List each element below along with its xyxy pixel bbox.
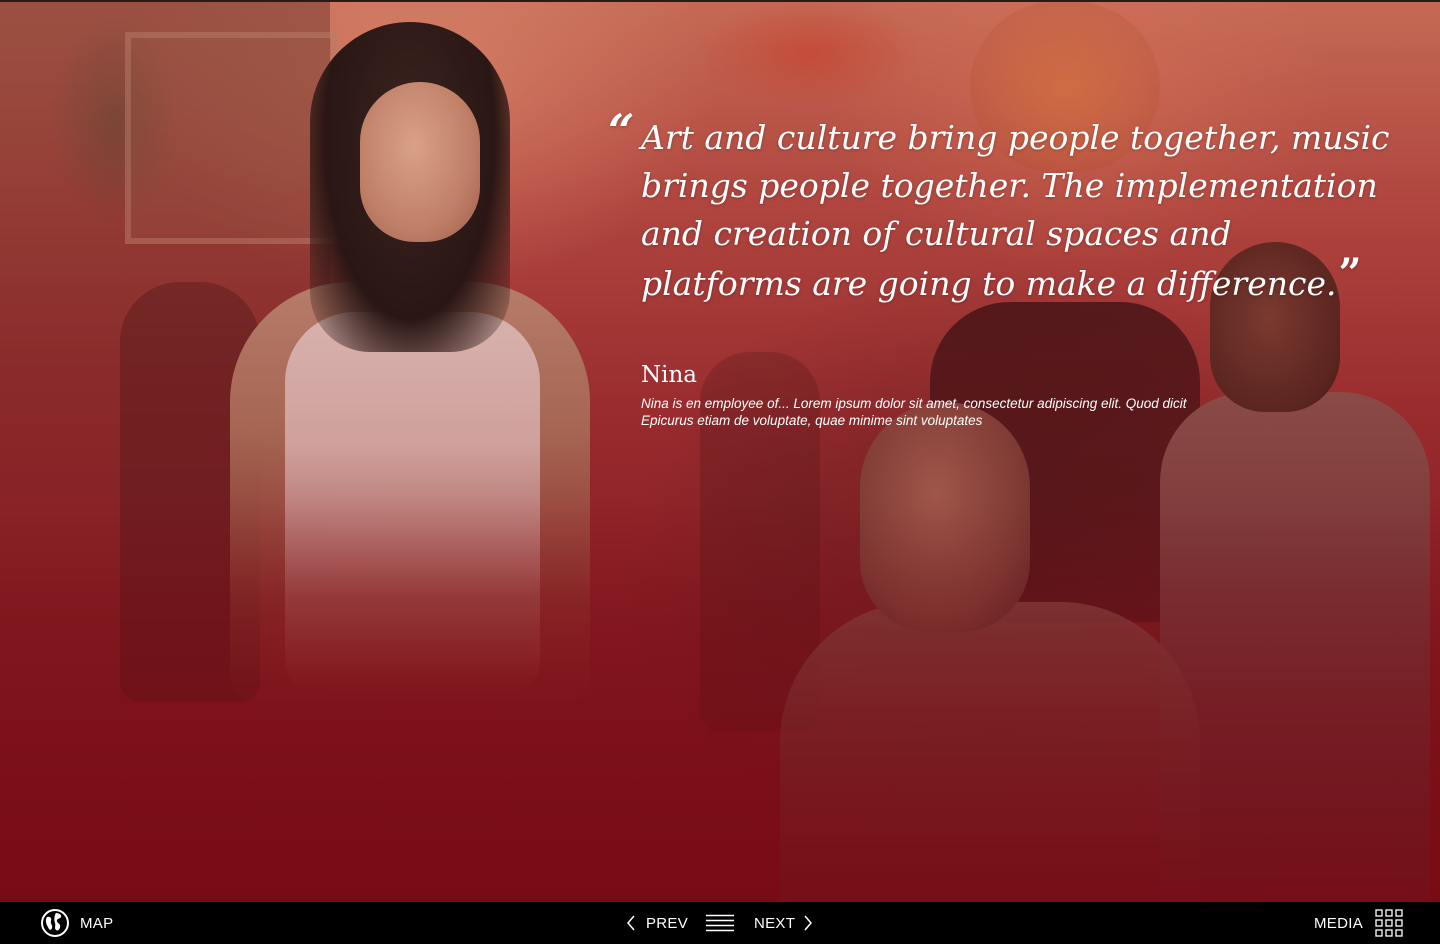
background-window — [125, 32, 337, 244]
quote-block: “Art and culture bring people together, … — [608, 108, 1398, 429]
portrait-nina — [200, 12, 620, 712]
menu-icon — [706, 914, 734, 932]
person-name: Nina — [641, 362, 698, 388]
next-button[interactable]: NEXT — [754, 902, 813, 944]
hero-background: “Art and culture bring people together, … — [0, 0, 1440, 902]
quote-text: Art and culture bring people together, m… — [641, 118, 1390, 303]
background-person — [120, 282, 260, 702]
chevron-right-icon — [804, 915, 813, 931]
grid-icon — [1375, 909, 1403, 937]
next-label: NEXT — [754, 914, 796, 932]
figure-man-center — [780, 402, 1200, 902]
chevron-left-icon — [627, 915, 635, 931]
menu-button[interactable] — [706, 902, 734, 944]
background-plant — [20, 2, 210, 302]
prev-button[interactable]: PREV — [626, 902, 688, 944]
open-quote-mark: “ — [608, 104, 635, 158]
media-label: MEDIA — [1314, 914, 1364, 932]
quote: “Art and culture bring people together, … — [608, 108, 1398, 308]
background-wall — [0, 2, 330, 902]
prev-label: PREV — [646, 914, 689, 932]
media-button[interactable]: MEDIA — [1314, 902, 1403, 944]
map-button[interactable]: MAP — [40, 902, 113, 944]
person-bio: Nina is en employee of... Lorem ipsum do… — [641, 396, 1187, 428]
close-quote-mark: ” — [1338, 250, 1362, 297]
bottom-navigation-bar: MAP PREV NEXT MEDIA — [0, 902, 1440, 944]
map-label: MAP — [80, 914, 114, 932]
globe-icon — [41, 909, 69, 937]
